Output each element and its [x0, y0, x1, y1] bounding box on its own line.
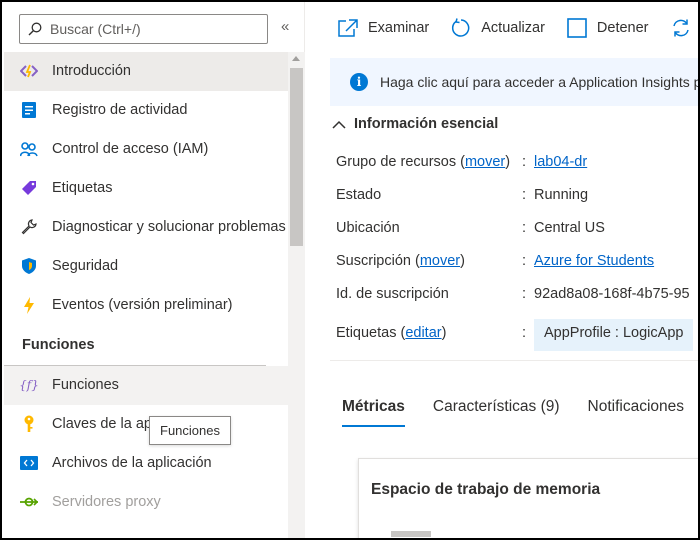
nav-item-diagnosticar[interactable]: Diagnosticar y solucionar problemas	[4, 208, 288, 247]
prop-label: Id. de suscripción	[336, 286, 449, 302]
location-value: Central US	[534, 220, 605, 236]
search-placeholder: Buscar (Ctrl+/)	[50, 21, 141, 37]
stop-button[interactable]: Detener	[567, 18, 649, 38]
nav-item-archivos[interactable]: Archivos de la aplicación	[4, 444, 288, 483]
nav-label: Registro de actividad	[52, 102, 188, 118]
activity-log-icon	[20, 101, 38, 119]
stop-icon	[567, 18, 587, 38]
essentials-divider	[330, 360, 698, 361]
prop-status: Estado : Running	[336, 187, 589, 203]
browse-label: Examinar	[368, 20, 430, 36]
introduccion-icon	[20, 62, 38, 80]
refresh-icon	[451, 18, 471, 38]
card-title: Espacio de trabajo de memoria	[371, 481, 601, 498]
resource-group-link[interactable]: lab04-dr	[534, 154, 587, 170]
nav-item-introduccion[interactable]: Introducción	[4, 52, 288, 91]
nav-label: Servidores proxy	[52, 494, 161, 510]
command-bar: Examinar Actualizar Detener R	[306, 2, 698, 54]
tab-notificaciones[interactable]: Notificaciones	[588, 398, 685, 427]
nav-label: Eventos (versión preliminar)	[52, 297, 233, 313]
lightning-icon	[20, 296, 38, 314]
status-value: Running	[534, 187, 589, 203]
prop-label: Ubicación	[336, 220, 400, 236]
overview-tabs: Métricas Características (9) Notificacio…	[342, 398, 698, 427]
nav-label: Claves de la ap	[52, 416, 152, 432]
tag-icon	[20, 179, 38, 197]
prop-tags: Etiquetas (editar) : AppProfile : LogicA…	[336, 319, 698, 354]
banner-text: Haga clic aquí para acceder a Applicatio…	[380, 74, 700, 90]
subscription-id-value: 92ad8a08-168f-4b75-95	[534, 286, 690, 302]
info-icon: i	[350, 73, 368, 91]
nav-label: Etiquetas	[52, 180, 113, 196]
browse-button[interactable]: Examinar	[338, 19, 429, 37]
edit-tags-link[interactable]: editar	[405, 325, 441, 341]
search-input[interactable]: Buscar (Ctrl+/)	[19, 14, 268, 44]
prop-resource-group: Grupo de recursos (mover) : lab04-dr	[336, 154, 588, 170]
nav-label: Seguridad	[52, 258, 119, 274]
nav-item-funciones[interactable]: {f} Funciones	[4, 366, 288, 405]
nav-item-claves[interactable]: Claves de la ap	[4, 405, 288, 444]
tag-chip[interactable]: AppProfile : LogicApp	[534, 319, 694, 351]
function-icon: {f}	[19, 378, 39, 392]
iam-icon	[20, 140, 38, 158]
nav-item-servidores-proxy[interactable]: Servidores proxy	[4, 483, 288, 522]
prop-label: Suscripción	[336, 253, 411, 269]
key-icon	[20, 415, 38, 433]
tab-metricas[interactable]: Métricas	[342, 398, 405, 427]
nav-label: Archivos de la aplicación	[52, 455, 212, 471]
memory-working-set-card[interactable]: Espacio de trabajo de memoria	[358, 458, 698, 538]
app-files-icon	[20, 454, 38, 472]
essentials-toggle[interactable]: Información esencial	[332, 116, 498, 132]
left-menu-pane: Buscar (Ctrl+/) « Introducción Registro	[2, 2, 305, 538]
nav-label: Diagnosticar y solucionar problemas	[52, 219, 286, 235]
tooltip-funciones: Funciones	[149, 416, 231, 445]
nav-label: Control de acceso (IAM)	[52, 141, 209, 157]
nav-item-eventos[interactable]: Eventos (versión preliminar)	[4, 286, 288, 325]
section-header-funciones: Funciones	[22, 337, 95, 353]
search-icon	[28, 22, 42, 36]
nav-item-etiquetas[interactable]: Etiquetas	[4, 169, 288, 208]
wrench-icon	[20, 218, 38, 236]
resource-menu: Introducción Registro de actividad Contr…	[4, 52, 288, 522]
nav-label: Funciones	[52, 377, 119, 393]
prop-label: Estado	[336, 187, 382, 203]
nav-item-seguridad[interactable]: Seguridad	[4, 247, 288, 286]
nav-item-registro-actividad[interactable]: Registro de actividad	[4, 91, 288, 130]
stop-label: Detener	[596, 20, 649, 36]
prop-label: Grupo de recursos	[336, 154, 457, 170]
main-content: Examinar Actualizar Detener R	[306, 2, 700, 538]
prop-subscription: Suscripción (mover) : Azure for Students	[336, 253, 655, 269]
collapse-menu-button[interactable]: «	[281, 18, 289, 35]
external-link-icon	[338, 19, 358, 37]
nav-label: Introducción	[52, 63, 131, 79]
essentials-properties: Grupo de recursos (mover) : lab04-dr Est…	[336, 150, 698, 354]
refresh-label: Actualizar	[481, 20, 545, 36]
essentials-title: Información esencial	[354, 116, 499, 132]
prop-label: Etiquetas	[336, 325, 397, 341]
prop-location: Ubicación : Central US	[336, 220, 605, 236]
menu-scrollbar[interactable]	[288, 52, 305, 538]
subscription-link[interactable]: Azure for Students	[534, 253, 654, 269]
prop-subscription-id: Id. de suscripción : 92ad8a08-168f-4b75-…	[336, 286, 690, 302]
move-subscription-link[interactable]: mover	[420, 253, 460, 269]
scroll-up-arrow-icon[interactable]	[292, 56, 300, 61]
refresh-button[interactable]: Actualizar	[451, 18, 545, 38]
restart-icon	[671, 18, 691, 38]
nav-item-control-acceso[interactable]: Control de acceso (IAM)	[4, 130, 288, 169]
restart-button[interactable]: R	[671, 18, 698, 38]
app-frame: Buscar (Ctrl+/) « Introducción Registro	[0, 0, 700, 540]
card-chart-peek	[391, 531, 431, 537]
scrollbar-thumb[interactable]	[290, 68, 303, 246]
tab-caracteristicas[interactable]: Características (9)	[433, 398, 560, 427]
shield-icon	[20, 257, 38, 275]
move-resource-group-link[interactable]: mover	[465, 154, 505, 170]
proxy-icon	[20, 493, 38, 511]
chevron-up-icon	[332, 120, 346, 129]
app-insights-banner[interactable]: i Haga clic aquí para acceder a Applicat…	[330, 58, 700, 106]
